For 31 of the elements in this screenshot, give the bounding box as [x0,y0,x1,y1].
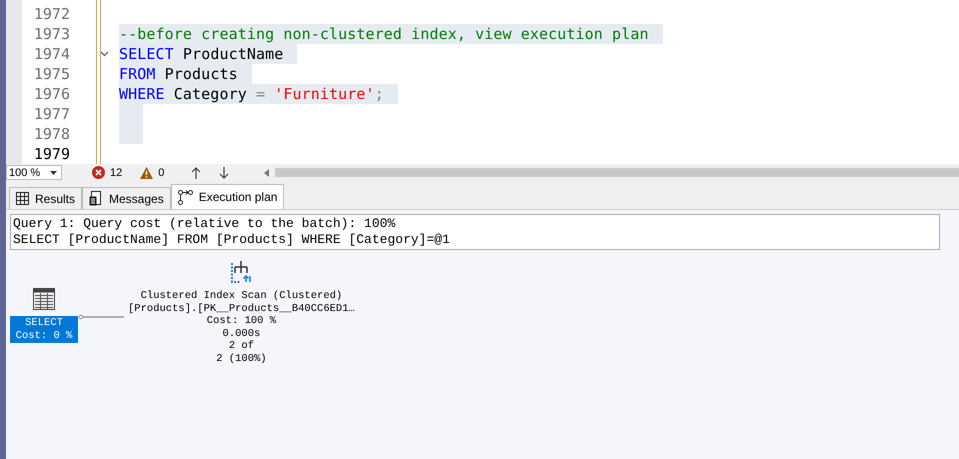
query-header: Query 1: Query cost (relative to the batch): 100% SELECT [ProductName] FROM [Products] WHERE [Category]=@1 [10,214,940,250]
error-icon [92,166,105,179]
tab[interactable]: Messages [82,187,171,209]
operator-label[interactable]: Clustered Index Scan (Clustered) [Products].[PK__Products__B40CC6ED1… Cost: 100 % 0.000s 2 of 2 (100%) [128,290,355,365]
line-number: 1978 [32,125,70,143]
line-number: 1979 [32,145,70,163]
warning-icon [140,166,154,178]
line-number: 1977 [32,105,70,123]
table-icon [33,288,55,310]
plan-icon [178,190,193,204]
tab[interactable]: Results [9,187,82,209]
line-number: 1974 [32,45,70,63]
collapse-icon[interactable] [100,51,109,57]
scroll-left-icon[interactable] [264,168,270,176]
line-number: 1973 [32,25,70,43]
down-arrow-icon[interactable] [219,166,230,178]
horizontal-scrollbar[interactable] [275,168,959,177]
connector-line [78,314,124,320]
line-number: 1976 [32,85,70,103]
warning-count: 0 [158,166,164,178]
tab[interactable]: Execution plan [170,184,284,209]
line-number: 1975 [32,65,70,83]
caret-icon [50,170,57,174]
grid-icon [16,192,29,205]
zoom-dropdown[interactable]: 100 % [6,165,62,180]
line-number: 1972 [32,5,70,23]
error-count: 12 [110,166,122,178]
index-scan-icon [229,260,254,284]
up-arrow-icon[interactable] [191,166,202,178]
operator-label[interactable]: SELECT Cost: 0 % [10,316,78,343]
document-icon [89,191,104,206]
